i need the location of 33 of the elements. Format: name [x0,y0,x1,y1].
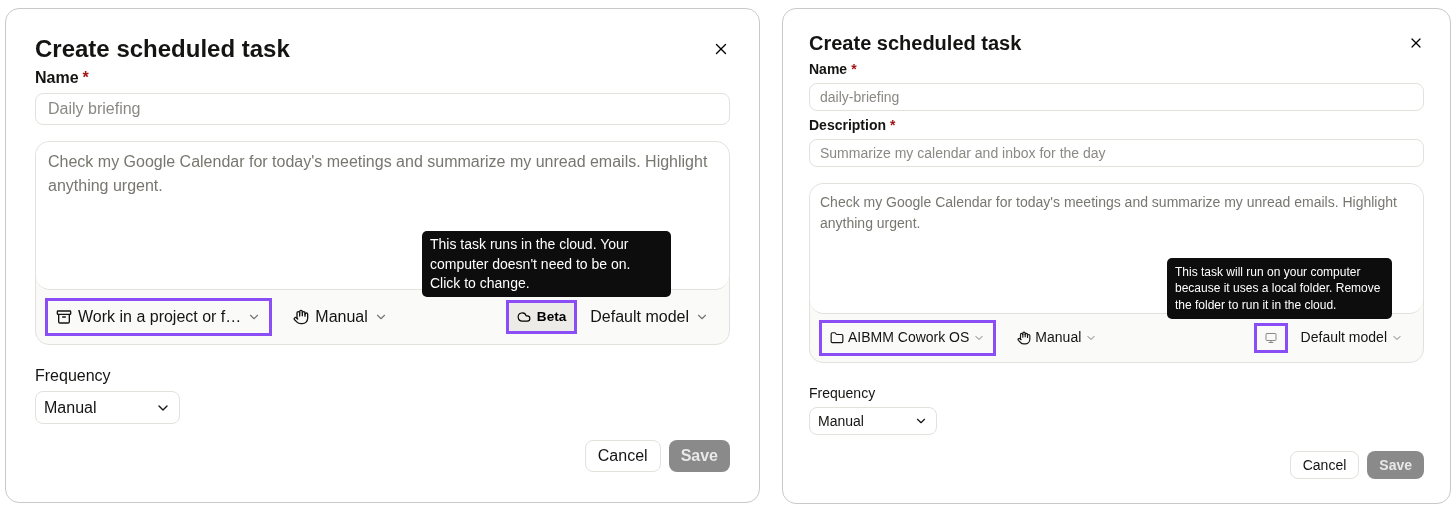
cancel-button[interactable]: Cancel [584,440,661,472]
field-label: Name [809,61,848,77]
hand-icon [1017,331,1032,345]
run-location-button[interactable]: Beta [508,302,575,332]
folder-selector[interactable]: AIBMM Cowork OS [822,323,994,353]
field-label: Frequency [809,385,877,401]
text-field[interactable]: Daily briefing [35,93,730,125]
cancel-button[interactable]: Cancel [1289,451,1360,479]
required-mark: * [890,117,896,133]
field-label: Description [809,117,886,133]
folder-selector[interactable]: Work in a project or f… [48,301,270,333]
dialog-title: Create scheduled task [35,35,290,63]
text-field[interactable]: daily-briefing [809,83,1424,111]
folder-icon [830,331,844,345]
permission-selector[interactable]: Manual [1009,323,1106,353]
cloud-icon [516,310,531,324]
model-selector[interactable]: Default model [1292,323,1411,353]
run-location-button[interactable] [1256,326,1285,350]
hand-icon [293,309,310,325]
monitor-icon [1264,332,1277,344]
frequency-select[interactable]: Manual [35,391,180,424]
field-label: Name [35,69,79,87]
required-mark: * [82,69,89,87]
tray-icon [56,309,72,325]
tooltip: This task runs in the cloud. Your computer doesn't need to be on. Click to change. [422,231,671,297]
frequency-select[interactable]: Manual [809,407,937,435]
tooltip: This task will run on your computer because it uses a local folder. Remove the folder to run it in the cloud. [1167,257,1392,319]
dialog-title: Create scheduled task [809,31,1022,55]
model-selector[interactable]: Default model [582,301,717,333]
permission-selector[interactable]: Manual [285,301,396,333]
required-mark: * [851,61,857,77]
field-label: Frequency [35,367,112,385]
text-field[interactable]: Summarize my calendar and inbox for the day [809,139,1424,167]
